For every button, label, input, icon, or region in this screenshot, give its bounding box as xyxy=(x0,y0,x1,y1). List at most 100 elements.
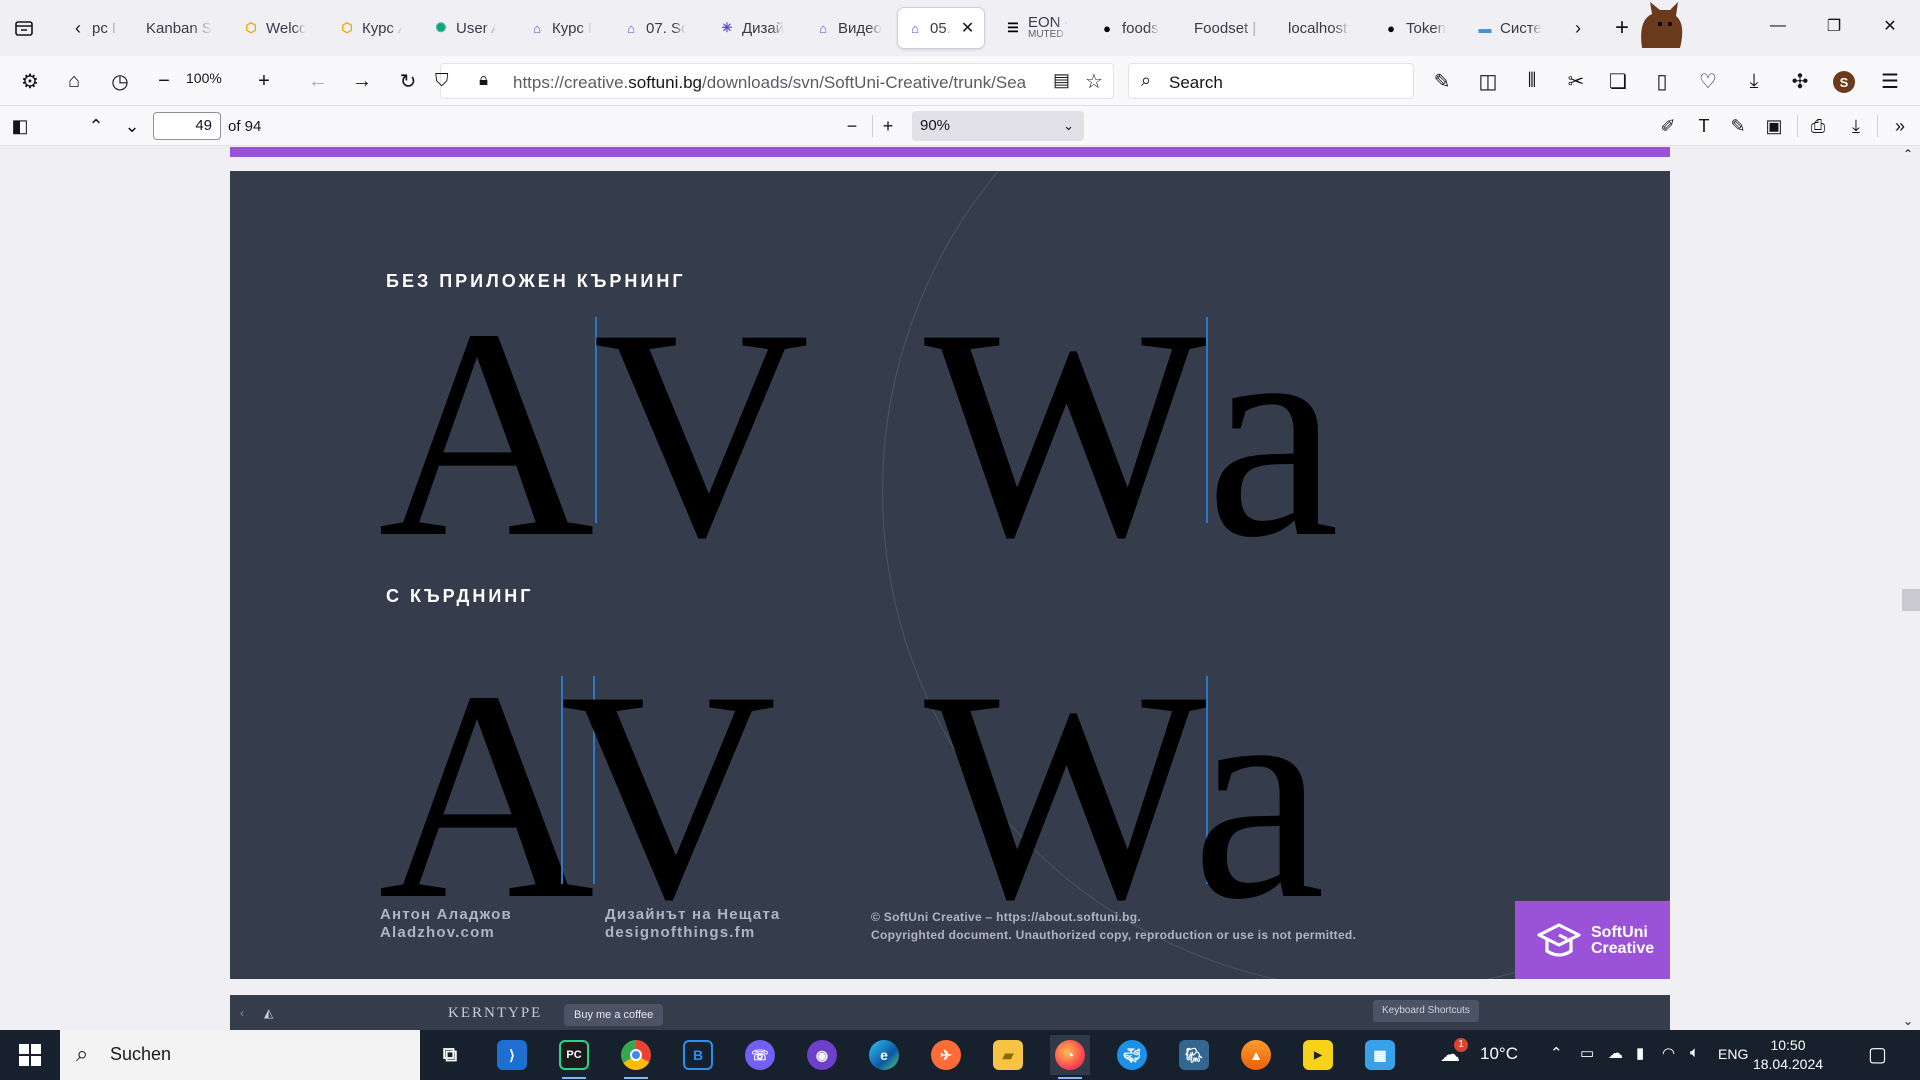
tab-4[interactable]: ⬡ Курс А xyxy=(330,8,410,48)
url-bar[interactable]: ⛉ 🔒︎ https://creative.softuni.bg/downloa… xyxy=(435,63,1114,99)
reload-icon[interactable]: ↻ xyxy=(390,63,426,99)
github-desktop-icon[interactable]: ◉ xyxy=(802,1035,842,1075)
draw-pen-icon[interactable]: ✎ xyxy=(1722,110,1754,142)
tab-8[interactable]: ✳ Дизай xyxy=(710,8,794,48)
vscode-icon[interactable]: ⟩ xyxy=(492,1035,532,1075)
edge-icon[interactable]: e xyxy=(864,1035,904,1075)
tab-7[interactable]: ⌂ 07. So xyxy=(614,8,694,48)
image-icon[interactable]: ▣ xyxy=(1758,110,1790,142)
tab-1[interactable]: рс Г xyxy=(84,8,124,48)
tab-6[interactable]: ⌂ Курс Г xyxy=(520,8,600,48)
tab-13[interactable]: Foodset | I xyxy=(1186,8,1270,48)
tab-12[interactable]: ● foods xyxy=(1090,8,1174,48)
zoom-in-icon[interactable]: + xyxy=(246,63,282,99)
scroll-down-icon[interactable]: ⌄ xyxy=(1903,1014,1913,1028)
previous-page-icon[interactable]: ⌃ xyxy=(80,110,112,142)
docker-icon[interactable]: 🐳︎ xyxy=(1112,1035,1152,1075)
library-icon[interactable]: ⫴ xyxy=(1514,63,1550,99)
sidebar-toggle-icon[interactable]: ◧ xyxy=(4,110,36,142)
tab-11[interactable]: ☰ EON - MUTED xyxy=(996,8,1076,48)
highlight-icon[interactable]: ✐ xyxy=(1652,110,1684,142)
clock[interactable]: 10:50 18.04.2024 xyxy=(1748,1036,1828,1074)
close-window-icon[interactable]: ✕ xyxy=(1862,6,1918,46)
show-hidden-icons-icon[interactable]: ⌃ xyxy=(1550,1044,1563,1062)
input-language[interactable]: ENG xyxy=(1718,1046,1748,1062)
lock-icon[interactable]: 🔒︎ xyxy=(479,70,488,90)
hyperv-icon[interactable]: ▦ xyxy=(1360,1035,1400,1075)
page-number-input[interactable]: 49 xyxy=(153,112,221,140)
tab-10-active[interactable]: ⌂ 05. ✕ xyxy=(898,8,984,48)
graduation-cap-icon xyxy=(1537,923,1581,957)
scroll-up-icon[interactable]: ⌃ xyxy=(1903,147,1913,161)
forward-arrow-icon[interactable]: → xyxy=(344,63,380,99)
wifi-icon[interactable]: ◠ xyxy=(1662,1044,1675,1062)
tab-16[interactable]: ▬ Систе xyxy=(1468,8,1552,48)
tab-15[interactable]: ● Token xyxy=(1374,8,1458,48)
pycharm-icon[interactable]: PC xyxy=(554,1035,594,1079)
save-download-icon[interactable]: ⤓ xyxy=(1840,110,1872,142)
url-text[interactable]: https://creative.softuni.bg/downloads/sv… xyxy=(513,73,1033,93)
reader-view-icon[interactable]: ▤ xyxy=(1053,70,1070,91)
restore-window-icon[interactable]: ❐ xyxy=(1806,6,1862,46)
eye-dropper-icon[interactable]: ✎ xyxy=(1424,63,1460,99)
bookmark-star-icon[interactable]: ☆ xyxy=(1085,69,1103,94)
previous-page-bottom xyxy=(230,147,1670,157)
settings-gear-icon[interactable]: ⚙ xyxy=(12,63,48,99)
home-icon[interactable]: ⌂ xyxy=(56,63,92,99)
postman-icon[interactable]: ✈ xyxy=(926,1035,966,1075)
menu-hamburger-icon[interactable]: ☰ xyxy=(1872,63,1908,99)
notification-center-icon[interactable]: ▢ xyxy=(1868,1042,1887,1067)
tab-5[interactable]: ✺ User A xyxy=(424,8,504,48)
scissors-icon[interactable]: ✂ xyxy=(1558,63,1594,99)
extensions-puzzle-icon[interactable]: ✣ xyxy=(1782,63,1818,99)
tab-2[interactable]: Kanban S xyxy=(138,8,222,48)
zoom-level[interactable]: 100% xyxy=(186,70,222,86)
tracking-shield-icon[interactable]: ⛉ xyxy=(435,70,449,91)
pgadmin-icon[interactable]: 🐘︎ xyxy=(1174,1035,1214,1075)
viber-icon[interactable]: ☏ xyxy=(740,1035,780,1075)
zoom-out-icon[interactable]: − xyxy=(836,110,868,142)
history-clock-icon[interactable]: ◷ xyxy=(102,63,138,99)
taskbar-search[interactable]: ⌕ Suchen xyxy=(60,1030,420,1080)
battery-extension-icon[interactable]: ▯ xyxy=(1644,63,1680,99)
pocket-icon[interactable]: ♡ xyxy=(1690,63,1726,99)
scrollbar-thumb[interactable] xyxy=(1902,589,1920,611)
text-tool-icon[interactable]: T xyxy=(1688,110,1720,142)
tab-9[interactable]: ⌂ Видео xyxy=(806,8,890,48)
copy-icon[interactable]: ❏ xyxy=(1600,63,1636,99)
tab-3[interactable]: ⬡ Welco xyxy=(234,8,314,48)
onedrive-warning-icon[interactable]: ☁ xyxy=(1608,1044,1623,1062)
meet-now-icon[interactable]: ▭ xyxy=(1580,1044,1594,1062)
vlc-icon[interactable]: ▲ xyxy=(1236,1035,1276,1075)
volume-icon[interactable]: 🔈︎ xyxy=(1690,1044,1699,1061)
zoom-out-icon[interactable]: − xyxy=(146,63,182,99)
downloads-icon[interactable]: ⤓ xyxy=(1736,63,1772,99)
sidebar-icon[interactable]: ◫ xyxy=(1470,63,1506,99)
profile-avatar[interactable]: S xyxy=(1833,71,1855,93)
bluestacks-icon[interactable]: B xyxy=(678,1035,718,1075)
print-icon[interactable]: ⎙ xyxy=(1802,110,1834,142)
temperature[interactable]: 10°C xyxy=(1480,1044,1518,1064)
task-view-icon[interactable]: ⧉ xyxy=(430,1035,470,1075)
pdf-viewer[interactable]: БЕЗ ПРИЛОЖЕН КЪРНИНГ A V W a С КЪРДНИНГ … xyxy=(0,147,1920,1030)
tools-expand-icon[interactable]: » xyxy=(1884,110,1916,142)
kmplayer-icon[interactable]: ▶ xyxy=(1298,1035,1338,1075)
scroll-tabs-right-icon[interactable]: › xyxy=(1560,10,1596,46)
close-tab-icon[interactable]: ✕ xyxy=(961,18,974,38)
next-page-icon[interactable]: ⌄ xyxy=(116,110,148,142)
tab-sublabel: MUTED xyxy=(1028,29,1064,40)
vertical-scrollbar[interactable]: ⌃ ⌄ xyxy=(1898,147,1920,1030)
windows-start-button[interactable] xyxy=(0,1030,60,1080)
back-arrow-icon[interactable]: ← xyxy=(300,63,336,99)
tab-14[interactable]: localhost: xyxy=(1280,8,1364,48)
firefox-icon[interactable]: ◔ xyxy=(1050,1035,1090,1079)
minimize-window-icon[interactable]: — xyxy=(1750,6,1806,46)
file-explorer-icon[interactable]: ▰ xyxy=(988,1035,1028,1075)
battery-icon[interactable]: ▮ xyxy=(1636,1044,1644,1062)
chevron-down-icon: ⌄ xyxy=(1063,118,1074,133)
zoom-in-icon[interactable]: + xyxy=(872,110,904,142)
chrome-icon[interactable] xyxy=(616,1035,656,1079)
search-bar[interactable]: ⌕ Search xyxy=(1128,63,1414,99)
zoom-select[interactable]: 90% ⌄ xyxy=(912,111,1084,141)
all-tabs-icon[interactable] xyxy=(6,10,42,46)
